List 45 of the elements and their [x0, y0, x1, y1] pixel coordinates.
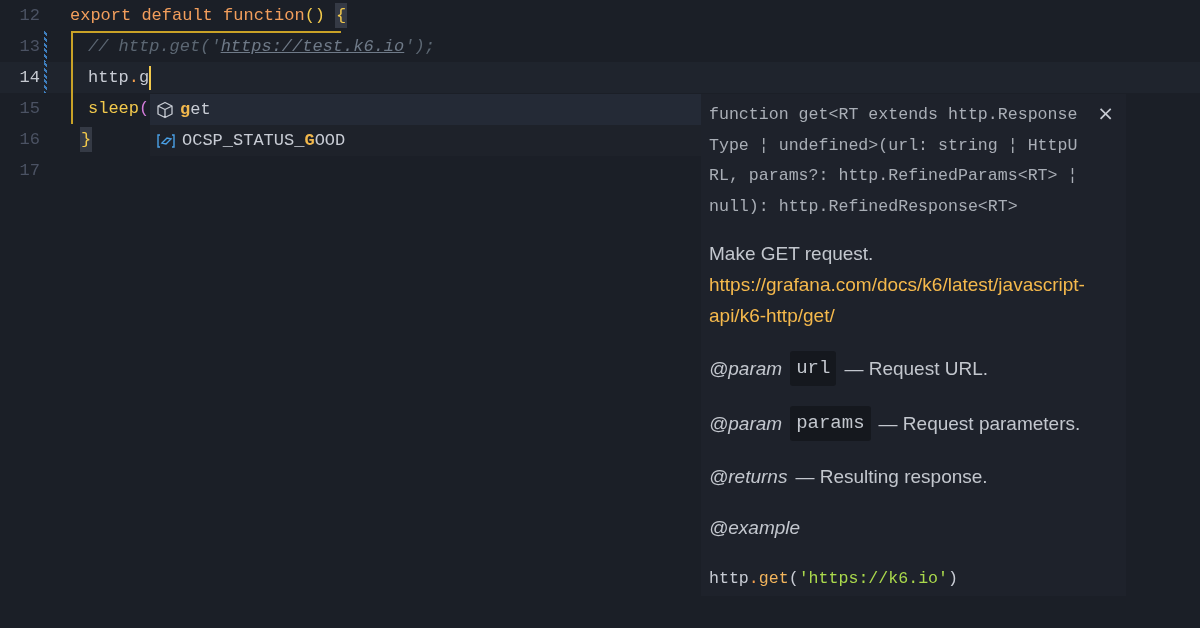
keyword-text: export default function	[70, 4, 305, 27]
signature-text: RL, params?: http.RefinedParams<RT> ¦	[709, 165, 1079, 188]
string-text: 'https://k6.io'	[798, 568, 949, 591]
line-number: 15	[18, 97, 40, 120]
method-name: get	[758, 568, 789, 591]
comment-text: ');	[404, 35, 435, 58]
line-number: 12	[18, 4, 40, 27]
comment-text: // http.get('	[88, 35, 221, 58]
line-number: 17	[18, 159, 40, 182]
code-text: http	[88, 66, 129, 89]
code-text: g	[139, 66, 150, 89]
line-number: 14	[18, 66, 40, 89]
tag-description: — Request parameters.	[878, 412, 1081, 437]
paren-text: ()	[304, 4, 326, 27]
paren-text: (	[139, 97, 150, 120]
function-name: sleep	[88, 97, 139, 120]
constant-icon	[156, 132, 176, 149]
param-name: params	[790, 406, 871, 442]
code-text: (	[788, 568, 799, 591]
cube-icon	[156, 100, 174, 119]
code-text: )	[948, 568, 958, 591]
line-number: 13	[18, 35, 40, 58]
param-name: url	[790, 351, 837, 387]
operator-text: .	[128, 66, 139, 89]
doc-link[interactable]: https://grafana.com/docs/k6/latest/javascript-	[709, 269, 1118, 301]
signature-text: Type ¦ undefined>(url: string ¦ HttpU	[709, 134, 1079, 157]
tag-label: @param	[709, 412, 783, 437]
signature-text: function get<RT extends http.Response	[709, 104, 1079, 126]
tag-description: — Resulting response.	[795, 465, 988, 490]
matched-bracket: }	[80, 126, 93, 153]
close-button[interactable]: ×	[1097, 98, 1114, 128]
text-cursor	[149, 65, 152, 90]
line-number: 16	[18, 128, 40, 151]
operator-text: .	[748, 568, 759, 591]
signature-text: null): http.RefinedResponse<RT>	[709, 195, 1019, 218]
tag-description: — Request URL.	[844, 357, 988, 382]
tag-label: @returns	[709, 465, 788, 490]
tag-label: @param	[709, 357, 783, 382]
suggestion-item[interactable]: OCSP_STATUS_GOOD	[150, 125, 702, 156]
description-text: Make GET request.	[709, 242, 875, 267]
doc-link[interactable]: api/k6-http/get/	[709, 300, 1118, 332]
code-text: http	[709, 568, 749, 591]
tag-label: @example	[709, 516, 801, 541]
matched-bracket: {	[335, 2, 348, 29]
suggestion-item[interactable]: get	[150, 94, 702, 125]
